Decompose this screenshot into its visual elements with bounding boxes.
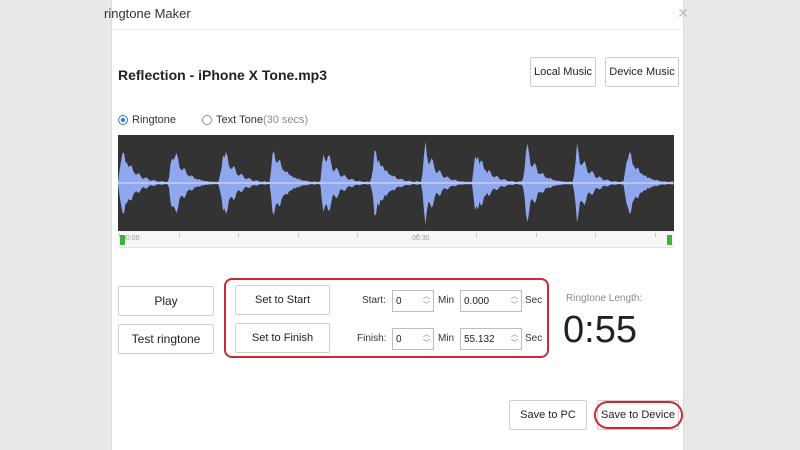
start-handle[interactable] (120, 235, 125, 245)
finish-sec-unit: Sec (525, 333, 543, 344)
text-tone-label[interactable]: Text Tone (216, 114, 263, 126)
timeline-tick (476, 233, 477, 237)
start-sec-stepper[interactable]: ︿ ﹀ (460, 290, 522, 312)
ringtone-radio[interactable] (118, 115, 128, 125)
timeline-tick (535, 233, 537, 237)
window-title: ringtone Maker (104, 6, 191, 21)
start-sec-spin[interactable]: ︿ ﹀ (509, 292, 520, 310)
timeline-tick (238, 233, 239, 237)
start-sec-unit: Sec (525, 295, 543, 306)
finish-min-input[interactable] (396, 332, 424, 346)
finish-min-spin[interactable]: ︿ ﹀ (421, 330, 432, 348)
chevron-up-icon[interactable]: ︿ (509, 292, 520, 301)
play-button[interactable]: Play (118, 286, 214, 316)
waveform (118, 141, 674, 225)
finish-sec-spin[interactable]: ︿ ﹀ (509, 330, 520, 348)
ringtone-maker-window: ringtone Maker ✕ Reflection - iPhone X T… (104, 0, 689, 450)
file-name: Reflection - iPhone X Tone.mp3 (118, 67, 327, 83)
timeline-tick (654, 233, 656, 237)
start-label: Start: (362, 295, 386, 306)
device-music-button[interactable]: Device Music (605, 57, 679, 87)
finish-label: Finish: (357, 333, 387, 344)
start-min-input[interactable] (396, 294, 424, 308)
start-sec-input[interactable] (464, 294, 506, 308)
chevron-down-icon[interactable]: ﹀ (421, 339, 432, 348)
chevron-down-icon[interactable]: ﹀ (509, 339, 520, 348)
text-tone-hint: (30 secs) (262, 114, 309, 126)
chevron-down-icon[interactable]: ﹀ (509, 301, 520, 310)
set-to-start-button[interactable]: Set to Start (235, 285, 330, 315)
test-ringtone-button[interactable]: Test ringtone (118, 324, 214, 354)
timeline-tick (357, 233, 358, 237)
title-bar: ringtone Maker ✕ (104, 0, 689, 30)
ringtone-length-value: 0:55 (563, 309, 637, 351)
save-to-device-button[interactable]: Save to Device (597, 400, 679, 430)
finish-sec-stepper[interactable]: ︿ ﹀ (460, 328, 522, 350)
timeline-tick (178, 233, 180, 237)
chevron-up-icon[interactable]: ︿ (421, 330, 432, 339)
timeline-tick (297, 233, 299, 237)
text-tone-radio[interactable] (202, 115, 213, 125)
timeline-mid-label: 00:30 (412, 235, 430, 242)
set-to-finish-button[interactable]: Set to Finish (235, 323, 330, 353)
finish-sec-input[interactable] (464, 332, 506, 346)
chevron-up-icon[interactable]: ︿ (509, 330, 520, 339)
finish-min-stepper[interactable]: ︿ ﹀ (392, 328, 434, 350)
start-min-spin[interactable]: ︿ ﹀ (421, 292, 432, 310)
local-music-button[interactable]: Local Music (530, 57, 596, 87)
start-min-stepper[interactable]: ︿ ﹀ (392, 290, 434, 312)
finish-min-unit: Min (438, 333, 455, 344)
chevron-up-icon[interactable]: ︿ (421, 292, 432, 301)
ringtone-length-label: Ringtone Length: (566, 293, 643, 304)
end-handle[interactable] (667, 235, 672, 245)
timeline[interactable]: 00:00 00:30 (118, 231, 674, 248)
chevron-down-icon[interactable]: ﹀ (421, 301, 432, 310)
start-min-unit: Min (438, 295, 455, 306)
tone-type-group: Ringtone Text Tone (30 secs) (118, 113, 308, 127)
waveform-display[interactable] (118, 135, 674, 231)
close-icon[interactable]: ✕ (677, 5, 689, 22)
save-to-pc-button[interactable]: Save to PC (509, 400, 587, 430)
timeline-tick (595, 233, 596, 237)
ringtone-label[interactable]: Ringtone (132, 114, 176, 126)
